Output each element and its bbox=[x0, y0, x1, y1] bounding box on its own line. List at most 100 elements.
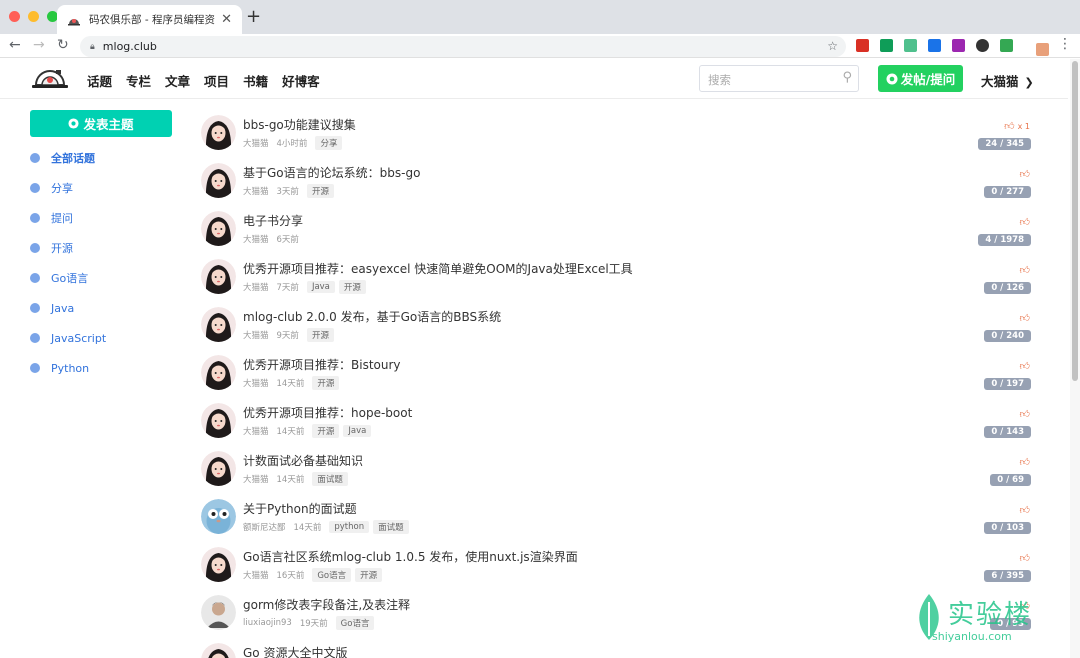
minimize-window-button[interactable] bbox=[28, 11, 39, 22]
topic-author[interactable]: 大猫猫 bbox=[243, 377, 269, 389]
topic-tag[interactable]: 开源 bbox=[306, 328, 334, 342]
avatar[interactable] bbox=[201, 115, 236, 150]
like-button[interactable]: 👍︎ bbox=[1020, 552, 1030, 564]
category-javascript[interactable]: JavaScript bbox=[30, 323, 175, 353]
search-input[interactable]: 搜索 ⚲ bbox=[699, 65, 859, 92]
new-tab-button[interactable]: + bbox=[246, 8, 261, 26]
nav-topics[interactable]: 话题 bbox=[87, 71, 112, 90]
topic-title[interactable]: Go 资源大全中文版 bbox=[243, 644, 347, 658]
topic-author[interactable]: 大猫猫 bbox=[243, 185, 269, 197]
extension-icon[interactable] bbox=[976, 39, 989, 52]
avatar[interactable] bbox=[201, 547, 236, 582]
topic-title[interactable]: 优秀开源项目推荐：easyexcel 快速简单避免OOM的Java处理Excel… bbox=[243, 260, 633, 277]
reload-icon[interactable]: ↻ bbox=[57, 37, 69, 53]
category-open-source[interactable]: 开源 bbox=[30, 233, 175, 263]
extension-icon[interactable] bbox=[1000, 39, 1013, 52]
like-button[interactable]: 👍︎ bbox=[1020, 408, 1030, 420]
category-share[interactable]: 分享 bbox=[30, 173, 175, 203]
avatar[interactable] bbox=[201, 355, 236, 390]
topic-row[interactable]: Go 资源大全中文版 bbox=[200, 640, 1035, 658]
like-button[interactable]: 👍︎ bbox=[1020, 360, 1030, 372]
avatar[interactable] bbox=[201, 451, 236, 486]
topic-title[interactable]: mlog-club 2.0.0 发布，基于Go语言的BBS系统 bbox=[243, 308, 501, 325]
topic-tag[interactable]: 开源 bbox=[355, 568, 383, 582]
topic-row[interactable]: gorm修改表字段备注,及表注释 liuxiaojin93 19天前 Go语言 👍︎ 0 … bbox=[200, 592, 1035, 640]
search-icon[interactable]: ⚲ bbox=[842, 70, 852, 85]
avatar[interactable] bbox=[201, 307, 236, 342]
profile-avatar[interactable] bbox=[1036, 43, 1049, 56]
like-button[interactable]: 👍︎ bbox=[1020, 264, 1030, 276]
avatar[interactable] bbox=[201, 211, 236, 246]
avatar[interactable] bbox=[201, 499, 236, 534]
topic-row[interactable]: bbs-go功能建议搜集 大猫猫 4小时前 分享 👍︎ x 1 24 / 345 bbox=[200, 112, 1035, 160]
like-button[interactable]: 👍︎ bbox=[1020, 216, 1030, 228]
extension-icon[interactable] bbox=[928, 39, 941, 52]
category-java[interactable]: Java bbox=[30, 293, 175, 323]
topic-row[interactable]: mlog-club 2.0.0 发布，基于Go语言的BBS系统 大猫猫 9天前 开源 👍… bbox=[200, 304, 1035, 352]
topic-title[interactable]: gorm修改表字段备注,及表注释 bbox=[243, 596, 410, 613]
topic-tag[interactable]: Java bbox=[306, 281, 335, 293]
topic-author[interactable]: 大猫猫 bbox=[243, 281, 269, 293]
browser-menu-icon[interactable]: ⋮ bbox=[1058, 36, 1072, 52]
topic-tag[interactable]: 面试题 bbox=[312, 472, 348, 486]
close-tab-icon[interactable]: ✕ bbox=[221, 12, 232, 27]
extension-icon[interactable] bbox=[880, 39, 893, 52]
topic-author[interactable]: 大猫猫 bbox=[243, 329, 269, 341]
forward-icon[interactable]: → bbox=[33, 37, 45, 53]
nav-articles[interactable]: 文章 bbox=[165, 71, 190, 90]
avatar[interactable] bbox=[201, 403, 236, 438]
category-all[interactable]: 全部话题 bbox=[30, 143, 175, 173]
nav-projects[interactable]: 项目 bbox=[204, 71, 229, 90]
topic-tag[interactable]: Java bbox=[343, 425, 372, 437]
back-icon[interactable]: ← bbox=[9, 37, 21, 53]
topic-title[interactable]: 基于Go语言的论坛系统：bbs-go bbox=[243, 164, 420, 181]
topic-author[interactable]: 大猫猫 bbox=[243, 473, 269, 485]
like-button[interactable]: 👍︎ bbox=[1020, 504, 1030, 516]
site-logo[interactable] bbox=[30, 67, 70, 91]
topic-tag[interactable]: 开源 bbox=[306, 184, 334, 198]
topic-author[interactable]: 大猫猫 bbox=[243, 569, 269, 581]
extension-icon[interactable] bbox=[904, 39, 917, 52]
avatar[interactable] bbox=[201, 595, 236, 630]
post-question-button[interactable]: 发帖/提问 bbox=[878, 65, 963, 92]
topic-author[interactable]: liuxiaojin93 bbox=[243, 618, 292, 628]
topic-row[interactable]: 电子书分享 大猫猫 6天前 👍︎ 4 / 1978 bbox=[200, 208, 1035, 256]
address-bar[interactable]: 🔒︎ mlog.club ☆ bbox=[80, 36, 846, 57]
category-python[interactable]: Python bbox=[30, 353, 175, 383]
topic-author[interactable]: 大猫猫 bbox=[243, 137, 269, 149]
category-ask[interactable]: 提问 bbox=[30, 203, 175, 233]
topic-title[interactable]: 电子书分享 bbox=[243, 212, 303, 229]
topic-row[interactable]: 优秀开源项目推荐：hope-boot 大猫猫 14天前 开源 Java 👍︎ 0 / 143 bbox=[200, 400, 1035, 448]
close-window-button[interactable] bbox=[9, 11, 20, 22]
extension-icon[interactable] bbox=[856, 39, 869, 52]
topic-tag[interactable]: 面试题 bbox=[373, 520, 409, 534]
topic-tag[interactable]: 开源 bbox=[312, 376, 340, 390]
avatar[interactable] bbox=[201, 163, 236, 198]
like-button[interactable]: 👍︎ bbox=[1020, 456, 1030, 468]
topic-title[interactable]: 优秀开源项目推荐：hope-boot bbox=[243, 404, 412, 421]
bookmark-star-icon[interactable]: ☆ bbox=[827, 39, 838, 53]
topic-tag[interactable]: 分享 bbox=[315, 136, 343, 150]
topic-title[interactable]: 关于Python的面试题 bbox=[243, 500, 357, 517]
avatar[interactable] bbox=[201, 259, 236, 294]
topic-row[interactable]: 优秀开源项目推荐：easyexcel 快速简单避免OOM的Java处理Excel… bbox=[200, 256, 1035, 304]
user-menu[interactable]: 大猫猫 ❯ bbox=[981, 71, 1034, 90]
topic-tag[interactable]: 开源 bbox=[312, 424, 340, 438]
topic-title[interactable]: 优秀开源项目推荐：Bistoury bbox=[243, 356, 401, 373]
topic-tag[interactable]: Go语言 bbox=[312, 568, 352, 582]
topic-row[interactable]: 计数面试必备基础知识 大猫猫 14天前 面试题 👍︎ 0 / 69 bbox=[200, 448, 1035, 496]
new-topic-button[interactable]: 发表主题 bbox=[30, 110, 172, 137]
topic-author[interactable]: 额斯尼达鄙 bbox=[243, 521, 286, 533]
topic-row[interactable]: 优秀开源项目推荐：Bistoury 大猫猫 14天前 开源 👍︎ 0 / 197 bbox=[200, 352, 1035, 400]
like-button[interactable]: 👍︎ x 1 bbox=[1004, 120, 1030, 132]
browser-tab[interactable]: 码农俱乐部 - 程序员编程资料和 ✕ bbox=[57, 5, 242, 34]
topic-author[interactable]: 大猫猫 bbox=[243, 425, 269, 437]
topic-tag[interactable]: python bbox=[329, 521, 370, 533]
extension-icon[interactable] bbox=[952, 39, 965, 52]
avatar[interactable] bbox=[201, 643, 236, 658]
topic-tag[interactable]: Go语言 bbox=[335, 616, 375, 630]
category-go[interactable]: Go语言 bbox=[30, 263, 175, 293]
nav-books[interactable]: 书籍 bbox=[243, 71, 268, 90]
nav-blogs[interactable]: 好博客 bbox=[282, 71, 320, 90]
topic-title[interactable]: 计数面试必备基础知识 bbox=[243, 452, 363, 469]
